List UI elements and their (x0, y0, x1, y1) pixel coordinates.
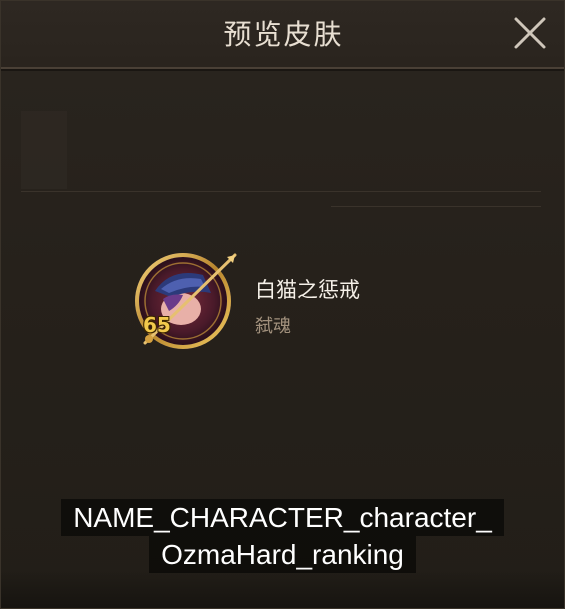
skin-class-label: 弑魂 (255, 316, 291, 337)
background-divider (331, 206, 541, 207)
close-x-icon (514, 17, 546, 49)
skin-preview-dialog: 预览皮肤 65 白猫之惩戒 弑魂 NAME_CHARACTER_characte… (0, 0, 565, 609)
skin-entry: 65 白猫之惩戒 弑魂 (131, 249, 431, 359)
caption-line-1: NAME_CHARACTER_character_ (61, 499, 504, 536)
character-portrait-icon (135, 253, 237, 349)
background-divider (21, 191, 541, 192)
character-caption: NAME_CHARACTER_character_ OzmaHard_ranki… (1, 499, 564, 573)
background-decoration (21, 111, 67, 189)
character-level: 65 (143, 313, 171, 337)
close-button[interactable] (512, 15, 548, 51)
bottom-shadow (1, 568, 564, 608)
character-portrait[interactable]: 65 (131, 249, 243, 361)
skin-name: 白猫之惩戒 (255, 278, 360, 302)
dialog-title: 预览皮肤 (223, 18, 344, 51)
dialog-header: 预览皮肤 (1, 1, 564, 69)
